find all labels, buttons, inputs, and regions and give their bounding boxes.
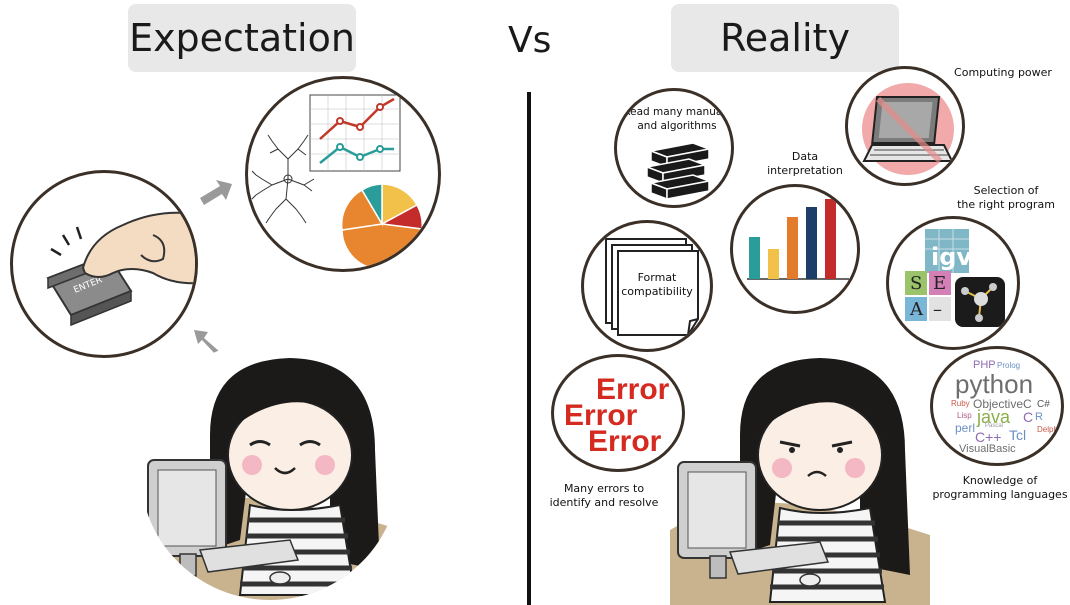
format-compatibility-circle: Format compatibility (581, 220, 713, 352)
svg-text:–: – (933, 299, 942, 320)
lang-python: python (955, 369, 1034, 399)
phylogenetic-tree-icon (251, 134, 315, 224)
errors-circle: Error Error Error (551, 354, 685, 472)
svg-text:E: E (933, 273, 946, 294)
lang-visualbasic: VisualBasic (959, 443, 1016, 455)
lang-c: C (1023, 409, 1034, 425)
error-word-3: Error (588, 425, 662, 458)
manuals-label-line2: and algorithms (637, 120, 717, 132)
laptop-icon (862, 83, 954, 175)
format-label-line1: Format (637, 271, 677, 284)
manuals-circle: Read many manuals and algorithms (614, 88, 734, 208)
expectation-heading: Expectation (128, 4, 356, 72)
pie-chart-icon (340, 183, 423, 269)
enter-key-circle: ENTER (10, 170, 198, 358)
manuals-label-line1: Read many manuals (623, 106, 731, 118)
lang-tcl: Tcl (1009, 427, 1027, 443)
errors-label-line2: identify and resolve (549, 496, 659, 509)
lang-perl: perl (955, 421, 976, 435)
igv-logo-text: igv (931, 243, 972, 271)
frustrated-girl-illustration (670, 358, 930, 605)
center-divider (527, 92, 531, 605)
lang-ruby: Ruby (951, 399, 970, 408)
languages-label-line2: programming languages (932, 488, 1068, 501)
lang-csharp: C# (1037, 399, 1050, 410)
happy-girl-illustration (140, 358, 400, 600)
computing-label: Computing power (954, 66, 1052, 79)
software-logos-icon: igv S E A – (905, 229, 1005, 327)
lang-r: R (1035, 411, 1043, 423)
format-label-line2: compatibility (621, 285, 693, 298)
frustrated-researcher (670, 340, 930, 605)
expectation-title: Expectation (129, 16, 355, 60)
reality-heading: Reality (671, 4, 899, 72)
data-label-line1: Data (791, 150, 819, 163)
languages-label-line1: Knowledge of (962, 474, 1038, 487)
errors-label-line1: Many errors to (563, 482, 645, 495)
selection-label-line2: the right program (957, 198, 1055, 211)
arrow-up-right-icon (200, 180, 232, 205)
vs-label: Vs (508, 20, 552, 61)
computing-power-circle (845, 66, 965, 186)
charts-illustration (251, 94, 423, 269)
analysis-results-circle (245, 76, 441, 272)
happy-researcher-circle (140, 340, 400, 600)
reality-title: Reality (720, 16, 850, 60)
bar-chart-icon (747, 199, 849, 280)
svg-text:S: S (910, 273, 922, 294)
svg-text:A: A (909, 299, 924, 320)
press-enter-illustration: ENTER (46, 211, 195, 327)
program-selection-circle: igv S E A – (886, 216, 1020, 350)
lang-delphi: Delphi (1037, 425, 1060, 434)
lang-lisp: Lisp (957, 411, 972, 420)
selection-label-line1: Selection of (973, 184, 1039, 197)
data-interpretation-circle (730, 184, 860, 314)
languages-circle: PHP Prolog python Ruby ObjectiveC C# Lis… (930, 346, 1064, 466)
data-label-line2: interpretation (767, 164, 843, 177)
